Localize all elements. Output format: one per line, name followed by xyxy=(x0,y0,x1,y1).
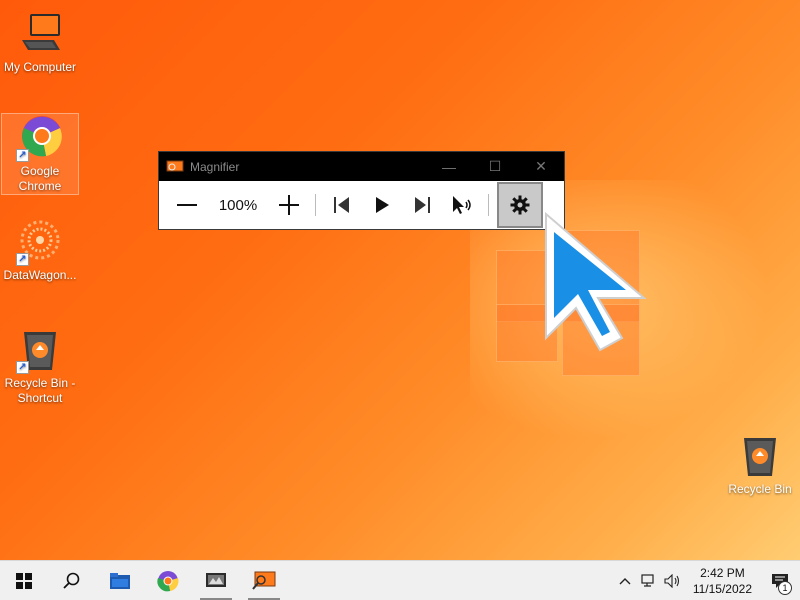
zoom-out-button[interactable] xyxy=(167,183,207,227)
previous-paragraph-icon xyxy=(334,197,349,213)
read-from-here-icon xyxy=(453,196,471,214)
show-hidden-icons-button[interactable] xyxy=(613,561,637,600)
chrome-icon xyxy=(157,570,179,591)
desktop-icon-my-computer[interactable]: My Computer xyxy=(0,10,80,75)
settings-button[interactable] xyxy=(497,182,543,228)
zoom-in-button[interactable] xyxy=(269,183,309,227)
minimize-button[interactable]: — xyxy=(426,152,472,181)
desktop-icon-label: DataWagon... xyxy=(3,268,77,282)
shortcut-arrow-icon: ↗ xyxy=(16,253,29,266)
datawagon-icon xyxy=(206,572,226,587)
previous-paragraph-button[interactable] xyxy=(322,183,362,227)
start-button[interactable] xyxy=(0,561,48,600)
settings-icon xyxy=(510,195,530,215)
shortcut-arrow-icon: ↗ xyxy=(16,361,29,374)
desktop-icon-google-chrome[interactable]: ↗ Google Chrome xyxy=(1,113,79,195)
chrome-icon: ↗ xyxy=(16,114,64,162)
toolbar-divider xyxy=(488,194,489,216)
desktop-icon-label: Recycle Bin xyxy=(728,482,792,496)
action-center-button[interactable]: 1 xyxy=(760,561,800,600)
shortcut-arrow-icon: ↗ xyxy=(16,149,29,162)
desktop-icon-label: My Computer xyxy=(3,60,77,74)
magnifier-title: Magnifier xyxy=(190,159,240,174)
file-explorer-button[interactable] xyxy=(96,561,144,600)
desktop-icon-recycle-bin[interactable]: Recycle Bin xyxy=(720,432,800,497)
magnifier-titlebar[interactable]: Magnifier — ☐ ✕ xyxy=(159,152,564,181)
magnifier-window[interactable]: Magnifier — ☐ ✕ 100% xyxy=(158,151,565,230)
desktop-icon-label: Google Chrome xyxy=(18,164,62,193)
zoom-level: 100% xyxy=(218,196,258,214)
magnifier-app-icon xyxy=(166,160,184,174)
maximize-button[interactable]: ☐ xyxy=(472,152,518,181)
clock-time: 2:42 PM xyxy=(700,566,745,580)
magnifier-taskbar-button[interactable] xyxy=(240,561,288,600)
clock-date: 11/15/2022 xyxy=(692,582,752,596)
taskbar: 2:42 PM 11/15/2022 1 xyxy=(0,560,800,600)
close-button[interactable]: ✕ xyxy=(518,152,564,181)
clock[interactable]: 2:42 PM 11/15/2022 xyxy=(685,565,760,597)
datawagon-icon: ↗ xyxy=(16,218,64,266)
network-button[interactable] xyxy=(637,561,661,600)
toolbar-divider xyxy=(315,194,316,216)
recycle-bin-icon xyxy=(736,432,784,480)
play-button[interactable] xyxy=(362,183,402,227)
computer-icon xyxy=(16,10,64,58)
chrome-taskbar-button[interactable] xyxy=(144,561,192,600)
next-paragraph-button[interactable] xyxy=(402,183,442,227)
file-explorer-icon xyxy=(110,572,130,589)
network-icon xyxy=(641,574,654,587)
next-paragraph-icon xyxy=(415,197,430,213)
desktop-icon-recycle-bin-shortcut[interactable]: ↗ Recycle Bin - Shortcut xyxy=(0,326,80,406)
play-icon xyxy=(376,197,389,213)
volume-icon xyxy=(664,574,679,588)
datawagon-taskbar-button[interactable] xyxy=(192,561,240,600)
desktop-icon-label: Recycle Bin - Shortcut xyxy=(4,376,76,405)
volume-button[interactable] xyxy=(661,561,685,600)
system-tray: 2:42 PM 11/15/2022 1 xyxy=(613,561,800,600)
zoom-out-icon xyxy=(177,204,197,206)
read-from-here-button[interactable] xyxy=(442,183,482,227)
magnifier-icon xyxy=(252,571,276,590)
search-button[interactable] xyxy=(48,561,96,600)
zoom-in-icon xyxy=(279,195,299,215)
recycle-bin-icon: ↗ xyxy=(16,326,64,374)
desktop-icon-datawagon[interactable]: ↗ DataWagon... xyxy=(0,218,80,283)
magnifier-toolbar: 100% xyxy=(159,181,564,229)
chevron-up-icon xyxy=(619,578,631,585)
notification-count-badge: 1 xyxy=(778,581,792,595)
start-icon xyxy=(16,572,32,589)
mouse-cursor-icon xyxy=(540,210,655,360)
search-icon xyxy=(63,572,80,589)
